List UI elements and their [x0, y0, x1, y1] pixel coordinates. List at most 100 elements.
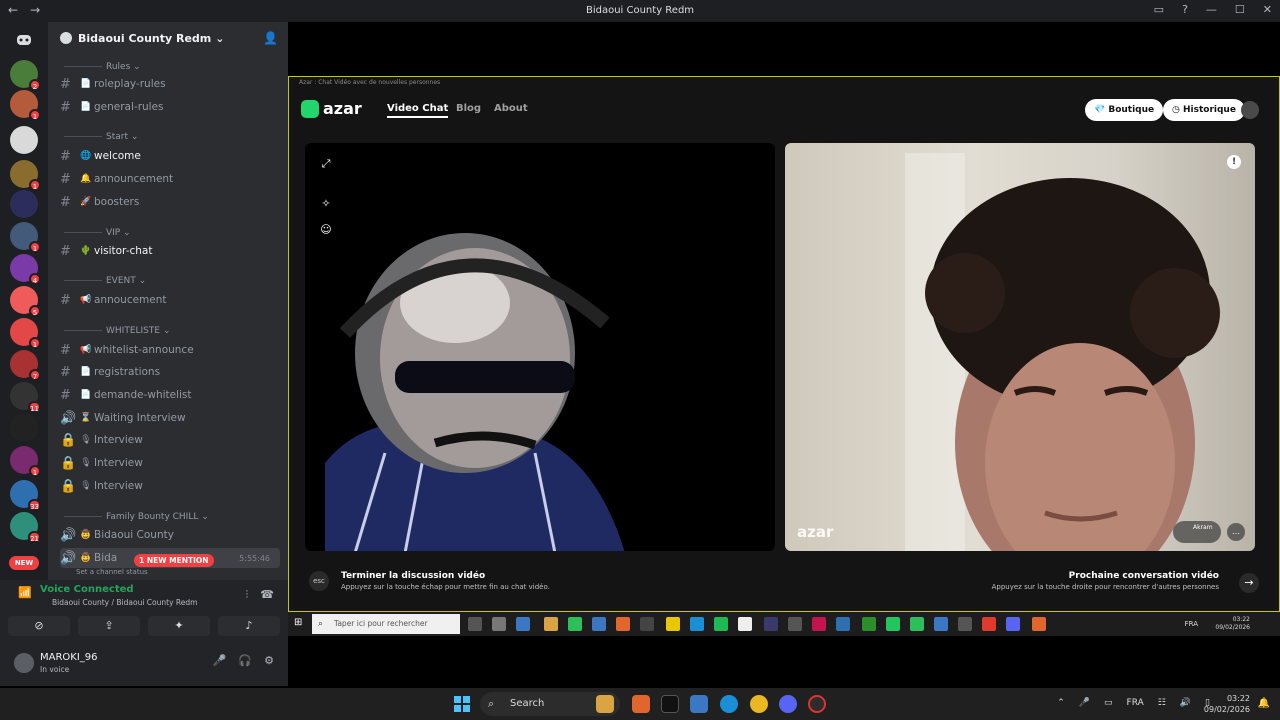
streamed-taskbar-app-icon[interactable]	[1032, 617, 1046, 631]
streamed-taskbar-app-icon[interactable]	[934, 617, 948, 631]
streamed-taskbar-app-icon[interactable]	[666, 617, 680, 631]
windows-start-button[interactable]	[454, 696, 470, 712]
streamed-taskbar-app-icon[interactable]	[958, 617, 972, 631]
magic-wand-icon[interactable]: ✧	[319, 197, 333, 211]
server-icon[interactable]: 7	[10, 350, 41, 381]
chrome-browser-icon[interactable]	[750, 695, 768, 713]
chevron-up-icon[interactable]: ⌃	[1057, 698, 1065, 708]
server-icon[interactable]: 5	[10, 286, 41, 317]
windows-start-icon[interactable]: ⊞	[294, 617, 306, 629]
channel-item[interactable]: # 📄 registrations	[60, 362, 280, 382]
server-icon[interactable]: 33	[10, 480, 41, 511]
volume-icon[interactable]: 🔊	[1180, 698, 1191, 708]
language-indicator[interactable]: FRA	[1127, 698, 1144, 708]
partner-tag[interactable]: Akram	[1173, 521, 1221, 543]
streamed-taskbar-app-icon[interactable]	[982, 617, 996, 631]
channel-item[interactable]: # 🌵 visitor-chat	[60, 241, 280, 261]
streamed-taskbar-app-icon[interactable]	[764, 617, 778, 631]
streamed-search-box[interactable]: ⌕ Taper ici pour rechercher	[312, 614, 460, 634]
network-icon[interactable]: ☷	[1158, 698, 1166, 708]
new-mention-pill[interactable]: 1 NEW MENTION	[134, 554, 214, 567]
channel-category[interactable]: VIP ⌄	[64, 228, 131, 238]
microphone-icon[interactable]: 🎤	[213, 654, 227, 667]
streamed-taskbar-app-icon[interactable]	[1006, 617, 1020, 631]
streamed-taskbar-app-icon[interactable]	[592, 617, 606, 631]
channel-item[interactable]: # 🔔 announcement	[60, 169, 280, 189]
nav-about[interactable]: About	[494, 103, 528, 114]
headphones-icon[interactable]: 🎧	[238, 654, 252, 667]
streamed-taskbar-app-icon[interactable]	[836, 617, 850, 631]
server-icon[interactable]: 2	[10, 60, 41, 91]
azar-logo[interactable]: azar	[301, 99, 362, 118]
guild-header[interactable]: Bidaoui County Redm ⌄ 👤	[48, 22, 288, 54]
screen-share-button[interactable]: ⇪	[78, 616, 140, 636]
channel-item[interactable]: # 📄 roleplay-rules	[60, 74, 280, 94]
server-icon[interactable]	[10, 190, 38, 218]
photos-app-icon[interactable]	[690, 695, 708, 713]
help-icon[interactable]: ?	[1182, 3, 1188, 16]
activities-button[interactable]: ✦	[148, 616, 210, 636]
soundboard-button[interactable]: ♪	[218, 616, 280, 636]
server-icon[interactable]: 4	[10, 254, 41, 285]
app-icon-orange[interactable]	[632, 695, 650, 713]
expand-icon[interactable]: ⤢	[319, 157, 333, 171]
streamed-taskbar-app-icon[interactable]	[886, 617, 900, 631]
username[interactable]: MAROKI_96	[40, 652, 98, 663]
close-button[interactable]: ✕	[1263, 3, 1272, 16]
camera-off-button[interactable]: ⊘	[8, 616, 70, 636]
server-icon[interactable]: 21	[10, 512, 41, 543]
maximize-button[interactable]: ☐	[1235, 3, 1245, 16]
disconnect-icon[interactable]: ☎	[260, 588, 274, 602]
streamed-taskbar-app-icon[interactable]	[714, 617, 728, 631]
server-icon[interactable]	[10, 126, 38, 154]
channel-item[interactable]: # 🌐 welcome	[60, 146, 280, 166]
channel-category[interactable]: Rules ⌄	[64, 62, 141, 72]
server-icon[interactable]: 1	[10, 160, 41, 191]
streamed-taskbar-app-icon[interactable]	[788, 617, 802, 631]
avatar[interactable]	[14, 653, 34, 673]
channel-category[interactable]: EVENT ⌄	[64, 276, 146, 286]
app-icon-hs[interactable]	[661, 695, 679, 713]
discord-home-icon[interactable]	[10, 26, 38, 54]
report-icon[interactable]: !	[1227, 155, 1241, 169]
streamed-taskbar-app-icon[interactable]	[640, 617, 654, 631]
server-icon[interactable]: 1	[10, 318, 41, 349]
next-arrow-button[interactable]: →	[1239, 573, 1259, 593]
streamed-taskbar-app-icon[interactable]	[690, 617, 704, 631]
server-icon[interactable]: 1	[10, 90, 41, 121]
shop-button[interactable]: 💎 Boutique	[1085, 99, 1164, 121]
streamed-taskbar-app-icon[interactable]	[812, 617, 826, 631]
channel-item[interactable]: 🔒 🎙 Interview	[60, 476, 280, 496]
channel-item[interactable]: # 📄 demande-whitelist	[60, 385, 280, 405]
channel-item[interactable]: # 📄 general-rules	[60, 97, 280, 117]
streamed-taskbar-app-icon[interactable]	[568, 617, 582, 631]
minimize-button[interactable]: —	[1206, 3, 1217, 16]
display-icon[interactable]: ▭	[1104, 698, 1113, 708]
streamed-lang[interactable]: FRA	[1185, 620, 1198, 628]
history-button[interactable]: ◷ Historique	[1163, 99, 1245, 121]
voice-location[interactable]: Bidaoui County / Bidaoui County Redm	[52, 598, 197, 607]
channel-status-input[interactable]: Set a channel status	[76, 568, 148, 576]
settings-gear-icon[interactable]: ⚙	[264, 654, 274, 667]
chat-bubble-icon[interactable]: …	[1227, 523, 1245, 541]
edge-browser-icon[interactable]	[720, 695, 738, 713]
channel-item[interactable]: 🔒 🎙 Interview	[60, 430, 280, 450]
channel-category[interactable]: Start ⌄	[64, 132, 138, 142]
add-member-icon[interactable]: 👤	[263, 31, 278, 45]
streamed-taskbar-app-icon[interactable]	[516, 617, 530, 631]
channel-item[interactable]: 🔒 🎙 Interview	[60, 453, 280, 473]
streamed-taskbar-app-icon[interactable]	[862, 617, 876, 631]
server-icon[interactable]: 1	[10, 446, 41, 477]
discord-app-icon[interactable]	[779, 695, 797, 713]
channel-category[interactable]: WHITELISTE ⌄	[64, 326, 171, 336]
nav-blog[interactable]: Blog	[456, 103, 481, 114]
account-icon[interactable]	[1241, 101, 1259, 119]
microphone-icon[interactable]: 🎤	[1079, 698, 1090, 708]
inbox-icon[interactable]: ▭	[1154, 3, 1164, 16]
streamed-taskbar-app-icon[interactable]	[910, 617, 924, 631]
widget-app-icon[interactable]	[596, 695, 614, 713]
channel-item[interactable]: # 📢 annoucement	[60, 290, 280, 310]
streamed-taskbar-app-icon[interactable]	[616, 617, 630, 631]
recording-app-icon[interactable]	[808, 695, 826, 713]
streamed-taskbar-app-icon[interactable]	[492, 617, 506, 631]
